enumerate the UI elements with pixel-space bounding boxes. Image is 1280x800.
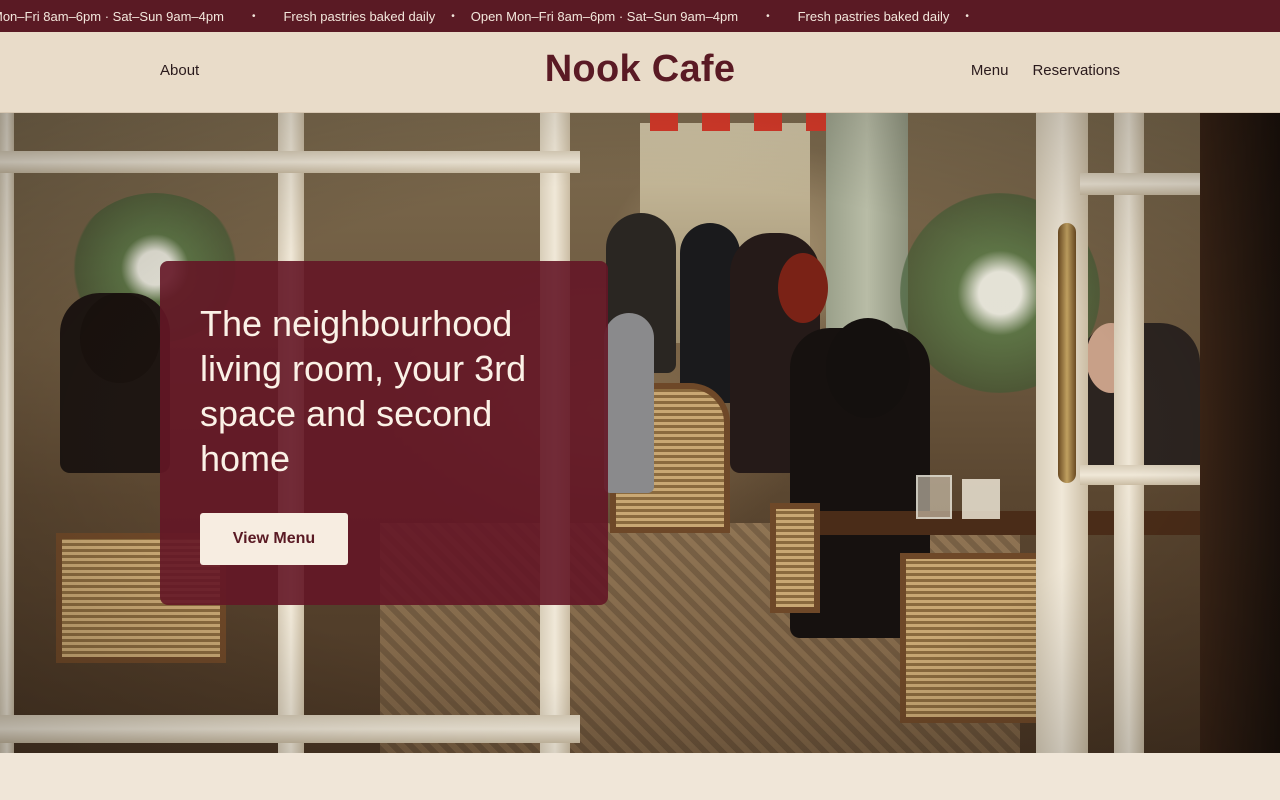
- primary-nav: Menu Reservations: [971, 62, 1120, 79]
- below-hero-section: [0, 753, 1280, 800]
- site-header: About Nook Cafe Menu Reservations: [0, 32, 1280, 113]
- separator-dot: •: [965, 10, 969, 22]
- separator-dot: •: [766, 10, 770, 22]
- nav-link-menu[interactable]: Menu: [971, 62, 1009, 79]
- separator-dot: •: [451, 10, 455, 22]
- nav-link-reservations[interactable]: Reservations: [1032, 62, 1120, 79]
- announcement-pastries: Fresh pastries baked daily: [283, 8, 436, 24]
- hero-card: The neighbourhood living room, your 3rd …: [160, 261, 608, 605]
- announcement-bar: Mon–Fri 8am–6pm · Sat–Sun 9am–4pm • Fres…: [0, 0, 1280, 32]
- announcement-track: Mon–Fri 8am–6pm · Sat–Sun 9am–4pm • Fres…: [0, 0, 985, 32]
- announcement-hours: Mon–Fri 8am–6pm · Sat–Sun 9am–4pm: [0, 8, 224, 24]
- announcement-open-hours: Open Mon–Fri 8am–6pm · Sat–Sun 9am–4pm: [470, 8, 739, 24]
- hero-title: The neighbourhood living room, your 3rd …: [200, 303, 527, 479]
- view-menu-button[interactable]: View Menu: [200, 513, 348, 565]
- announcement-pastries: Fresh pastries baked daily: [797, 8, 950, 24]
- hero-section: The neighbourhood living room, your 3rd …: [0, 113, 1280, 753]
- separator-dot: •: [251, 10, 256, 22]
